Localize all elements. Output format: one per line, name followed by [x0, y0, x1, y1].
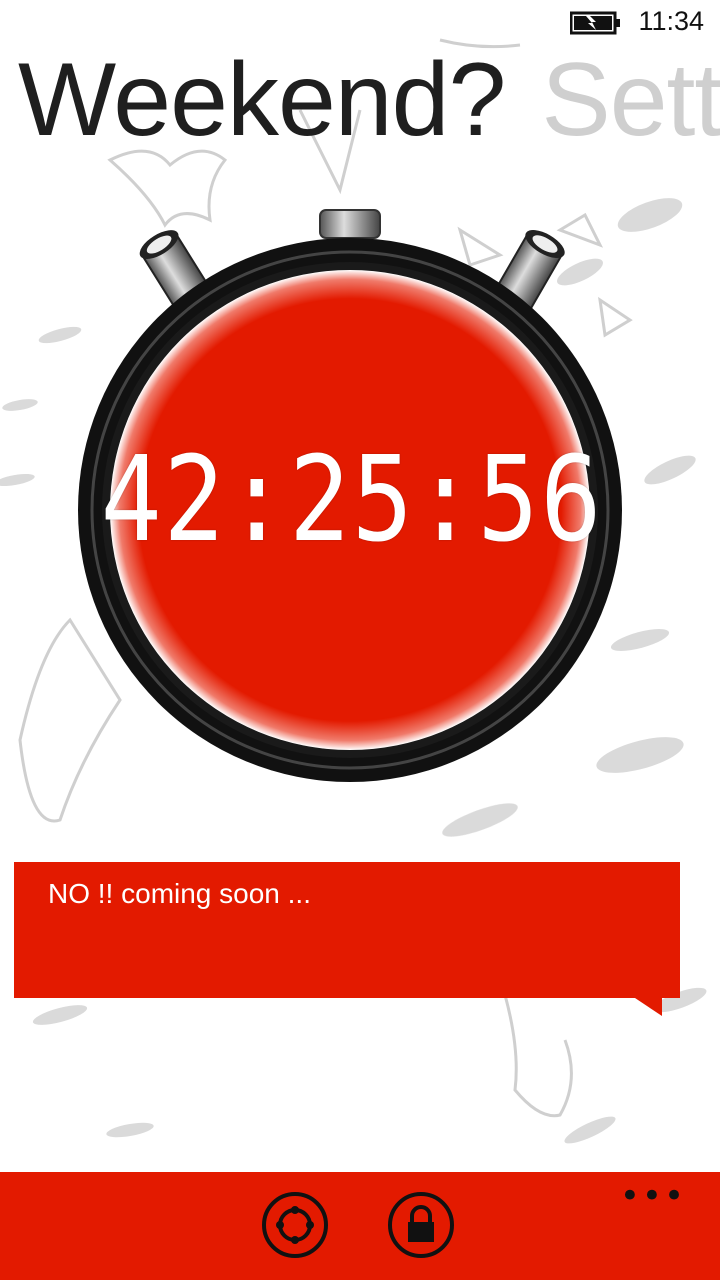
- more-options-button[interactable]: •••: [620, 1179, 686, 1213]
- message-tail: [632, 996, 662, 1016]
- app-bar: •••: [0, 1172, 720, 1280]
- app-root: 11:34 Weekend? Settings: [0, 0, 720, 1280]
- pivot-item-weekend[interactable]: Weekend?: [18, 40, 506, 160]
- pivot-header: Weekend? Settings: [18, 40, 720, 160]
- lock-button[interactable]: [388, 1192, 454, 1258]
- stopwatch: 42:25:56: [60, 200, 640, 800]
- pivot-item-settings[interactable]: Settings: [541, 40, 720, 160]
- message-banner: NO !! coming soon ...: [14, 862, 680, 998]
- message-text: NO !! coming soon ...: [48, 878, 311, 909]
- lock-icon: [408, 1205, 434, 1242]
- clock: 11:34: [638, 6, 704, 36]
- refresh-icon: [276, 1206, 314, 1244]
- refresh-button[interactable]: [262, 1192, 328, 1258]
- countdown-display: 42:25:56: [100, 430, 604, 568]
- battery-charging-icon: [570, 11, 620, 35]
